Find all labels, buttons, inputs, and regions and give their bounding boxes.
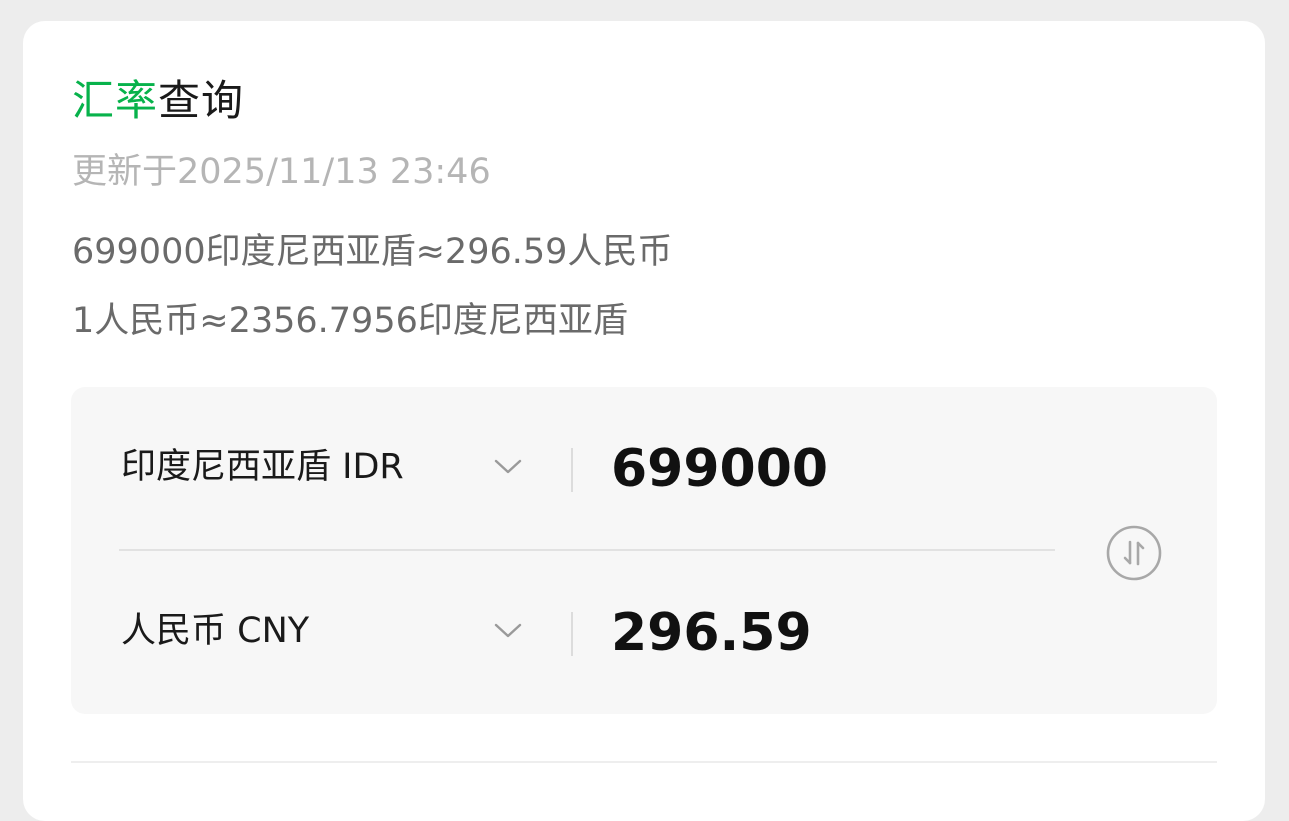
chevron-down-icon [494,459,522,474]
to-currency-select[interactable]: 人民币 CNY [71,551,571,701]
from-currency-label: 印度尼西亚盾 IDR [121,447,404,487]
exchange-rate-card: 汇率查询 更新于2025/11/13 23:46 699000印度尼西亚盾≈29… [23,21,1265,821]
to-currency-row: 人民币 CNY 296.59 [71,551,1061,701]
chevron-down-icon [494,623,522,638]
swap-vertical-icon[interactable] [1106,525,1162,581]
from-amount-input[interactable]: 699000 [611,435,828,503]
to-amount-output[interactable]: 296.59 [611,599,812,667]
updated-timestamp: 更新于2025/11/13 23:46 [72,152,491,192]
from-currency-select[interactable]: 印度尼西亚盾 IDR [71,387,571,537]
to-currency-label: 人民币 CNY [121,611,310,651]
converter-panel: 印度尼西亚盾 IDR 699000 人民币 CNY 296.59 [71,387,1217,714]
rate-summary-forward: 699000印度尼西亚盾≈296.59人民币 [72,232,673,272]
section-divider [71,761,1217,763]
title-rest: 查询 [158,76,245,125]
rate-summary-reverse: 1人民币≈2356.7956印度尼西亚盾 [72,301,628,341]
from-currency-row: 印度尼西亚盾 IDR 699000 [71,387,1061,537]
title-highlight: 汇率 [72,76,159,125]
page-title: 汇率查询 [72,73,244,129]
row-divider [571,448,573,492]
row-divider [571,612,573,656]
